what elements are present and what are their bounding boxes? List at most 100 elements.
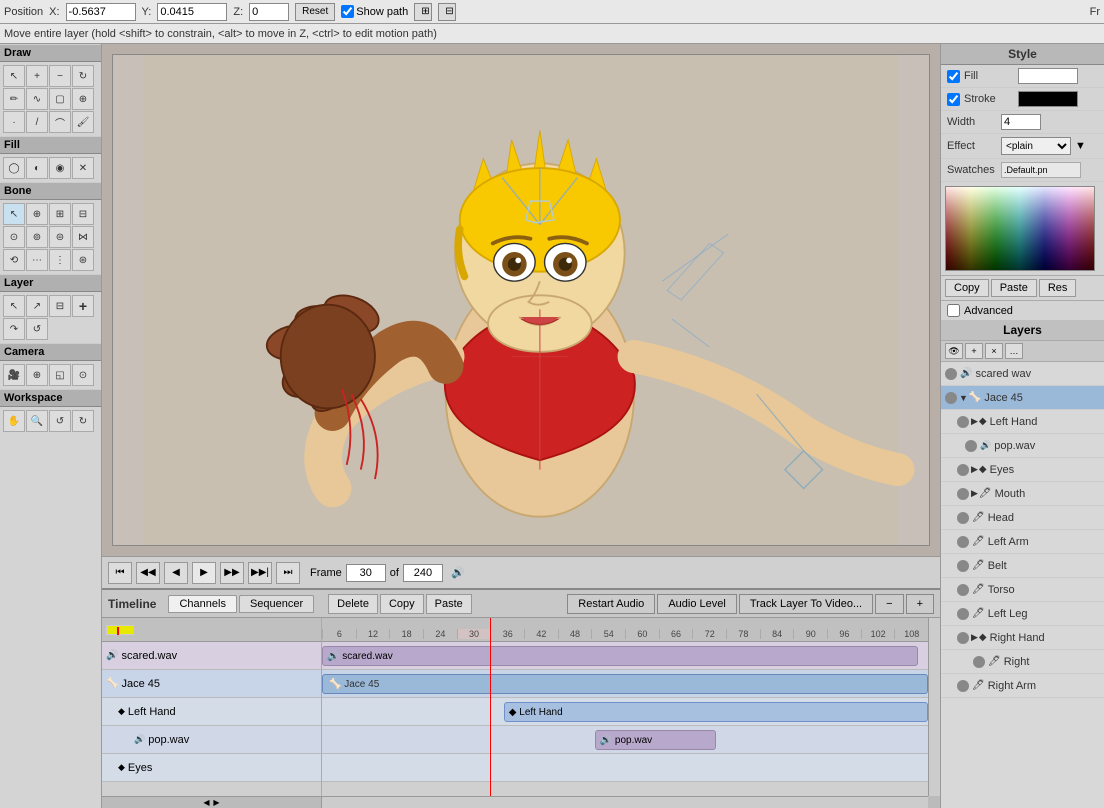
transport-end[interactable]: ⏭ — [276, 562, 300, 584]
width-input[interactable] — [1001, 114, 1041, 130]
style-copy-button[interactable]: Copy — [945, 279, 989, 297]
scroll-left-btn[interactable]: ◀ — [202, 798, 212, 808]
color-gradient[interactable] — [945, 186, 1095, 271]
fill-tool-3[interactable]: ◉ — [49, 157, 71, 179]
bone-tool-1[interactable]: ↖ — [3, 203, 25, 225]
swatches-file[interactable]: .Default.pn — [1001, 162, 1081, 178]
track-layer-video-button[interactable]: Track Layer To Video... — [739, 594, 873, 614]
playhead[interactable] — [490, 618, 491, 796]
cam-tool-2[interactable]: ⊕ — [26, 364, 48, 386]
layer-eye-jace[interactable] — [945, 392, 957, 404]
x-input[interactable] — [66, 3, 136, 21]
tool-curve[interactable]: ∿ — [26, 88, 48, 110]
ws-tool-ccw[interactable]: ↺ — [49, 410, 71, 432]
layer-item-scared-wav[interactable]: 🔊 scared wav — [941, 362, 1104, 386]
layers-btn-delete[interactable]: × — [985, 343, 1003, 359]
zoom-in-button[interactable]: + — [906, 594, 934, 614]
tab-sequencer[interactable]: Sequencer — [239, 595, 314, 613]
tool-zoom[interactable]: ⊕ — [72, 88, 94, 110]
layer-tool-5[interactable]: ↷ — [3, 318, 25, 340]
layer-tool-3[interactable]: ⊟ — [49, 295, 71, 317]
layer-eye-eyes[interactable] — [957, 464, 969, 476]
transport-prev[interactable]: ◀ — [164, 562, 188, 584]
bone-tool-10[interactable]: ⋯ — [26, 249, 48, 271]
tool-point[interactable]: · — [3, 111, 25, 133]
advanced-checkbox[interactable] — [947, 304, 960, 317]
layer-item-righthand[interactable]: ▶ ◆ Right Hand — [941, 626, 1104, 650]
scroll-right-btn[interactable]: ▶ — [212, 798, 222, 808]
layer-eye-torso[interactable] — [957, 584, 969, 596]
layer-tool-add[interactable]: + — [72, 295, 94, 317]
tool-pen[interactable]: ✏ — [3, 88, 25, 110]
stroke-swatch[interactable] — [1018, 91, 1078, 107]
canvas-area[interactable] — [102, 44, 940, 556]
layer-eye-leftleg[interactable] — [957, 608, 969, 620]
layer-item-leftarm[interactable]: 🖊 Left Arm — [941, 530, 1104, 554]
layer-eye-rightarm[interactable] — [957, 680, 969, 692]
layers-btn-add[interactable]: + — [965, 343, 983, 359]
scared-wav-bar[interactable]: 🔊 scared.wav — [322, 646, 918, 666]
layer-item-head[interactable]: 🖊 Head — [941, 506, 1104, 530]
layer-item-lefthand[interactable]: ▶ ◆ Left Hand — [941, 410, 1104, 434]
layer-eye-righthand[interactable] — [957, 632, 969, 644]
tool-minus[interactable]: − — [49, 65, 71, 87]
expand-btn-1[interactable]: ⊞ — [414, 3, 432, 21]
track-label-eyes[interactable]: ◆ Eyes — [102, 754, 321, 782]
layer-tool-1[interactable]: ↖ — [3, 295, 25, 317]
layer-item-leftleg[interactable]: 🖊 Left Leg — [941, 602, 1104, 626]
track-label-scared[interactable]: 🔊 scared.wav — [102, 642, 321, 670]
layer-eye-head[interactable] — [957, 512, 969, 524]
layer-expand-mouth[interactable]: ▶ — [971, 488, 978, 499]
track-label-popwav[interactable]: 🔊 pop.wav — [102, 726, 321, 754]
cam-tool-1[interactable]: 🎥 — [3, 364, 25, 386]
transport-next[interactable]: ▶▶ — [220, 562, 244, 584]
tool-arrow[interactable]: ↖ — [3, 65, 25, 87]
bone-tool-4[interactable]: ⊟ — [72, 203, 94, 225]
layers-btn-more[interactable]: … — [1005, 343, 1023, 359]
layer-eye-leftarm[interactable] — [957, 536, 969, 548]
audio-icon[interactable]: 🔊 — [451, 566, 465, 579]
jace-anim-bar[interactable]: 🦴 Jace 45 — [322, 674, 928, 694]
fill-tool-x[interactable]: ✕ — [72, 157, 94, 179]
cam-tool-4[interactable]: ⊙ — [72, 364, 94, 386]
total-frames-input[interactable] — [403, 564, 443, 582]
layer-item-torso[interactable]: 🖊 Torso — [941, 578, 1104, 602]
transport-start[interactable]: ⏮ — [108, 562, 132, 584]
bone-tool-8[interactable]: ⋈ — [72, 226, 94, 248]
layer-eye-scared[interactable] — [945, 368, 957, 380]
layer-item-right[interactable]: 🖊 Right — [941, 650, 1104, 674]
paste-button[interactable]: Paste — [426, 594, 472, 614]
bone-tool-11[interactable]: ⋮ — [49, 249, 71, 271]
bone-tool-7[interactable]: ⊜ — [49, 226, 71, 248]
stroke-checkbox[interactable] — [947, 93, 960, 106]
layer-eye-mouth[interactable] — [957, 488, 969, 500]
show-path-checkbox[interactable] — [341, 5, 354, 18]
tool-line[interactable]: / — [26, 111, 48, 133]
tab-channels[interactable]: Channels — [168, 595, 236, 613]
bone-tool-6[interactable]: ⊚ — [26, 226, 48, 248]
layer-expand-eyes[interactable]: ▶ — [971, 464, 978, 475]
track-label-jace[interactable]: 🦴 Jace 45 — [102, 670, 321, 698]
reset-button[interactable]: Reset — [295, 3, 335, 21]
fill-swatch[interactable] — [1018, 68, 1078, 84]
tool-select[interactable]: ▢ — [49, 88, 71, 110]
fill-tool-2[interactable]: ◐ — [26, 157, 48, 179]
bone-tool-12[interactable]: ⊛ — [72, 249, 94, 271]
style-paste-button[interactable]: Paste — [991, 279, 1037, 297]
layer-eye-right[interactable] — [973, 656, 985, 668]
transport-play[interactable]: ▶ — [192, 562, 216, 584]
expand-btn-2[interactable]: ⊟ — [438, 3, 456, 21]
layer-item-belt[interactable]: 🖊 Belt — [941, 554, 1104, 578]
layer-item-rightarm[interactable]: 🖊 Right Arm — [941, 674, 1104, 698]
current-frame-input[interactable] — [346, 564, 386, 582]
restart-audio-button[interactable]: Restart Audio — [567, 594, 655, 614]
layer-tool-6[interactable]: ↺ — [26, 318, 48, 340]
layer-expand-lefthand[interactable]: ▶ — [971, 416, 978, 427]
lefthand-bar[interactable]: ◆ Left Hand — [504, 702, 928, 722]
layer-eye-popwav[interactable] — [965, 440, 977, 452]
timeline-scrollbar-h[interactable] — [322, 796, 928, 808]
bone-tool-5[interactable]: ⊙ — [3, 226, 25, 248]
bone-tool-3[interactable]: ⊞ — [49, 203, 71, 225]
layer-item-popwav[interactable]: 🔊 pop.wav — [941, 434, 1104, 458]
y-input[interactable] — [157, 3, 227, 21]
